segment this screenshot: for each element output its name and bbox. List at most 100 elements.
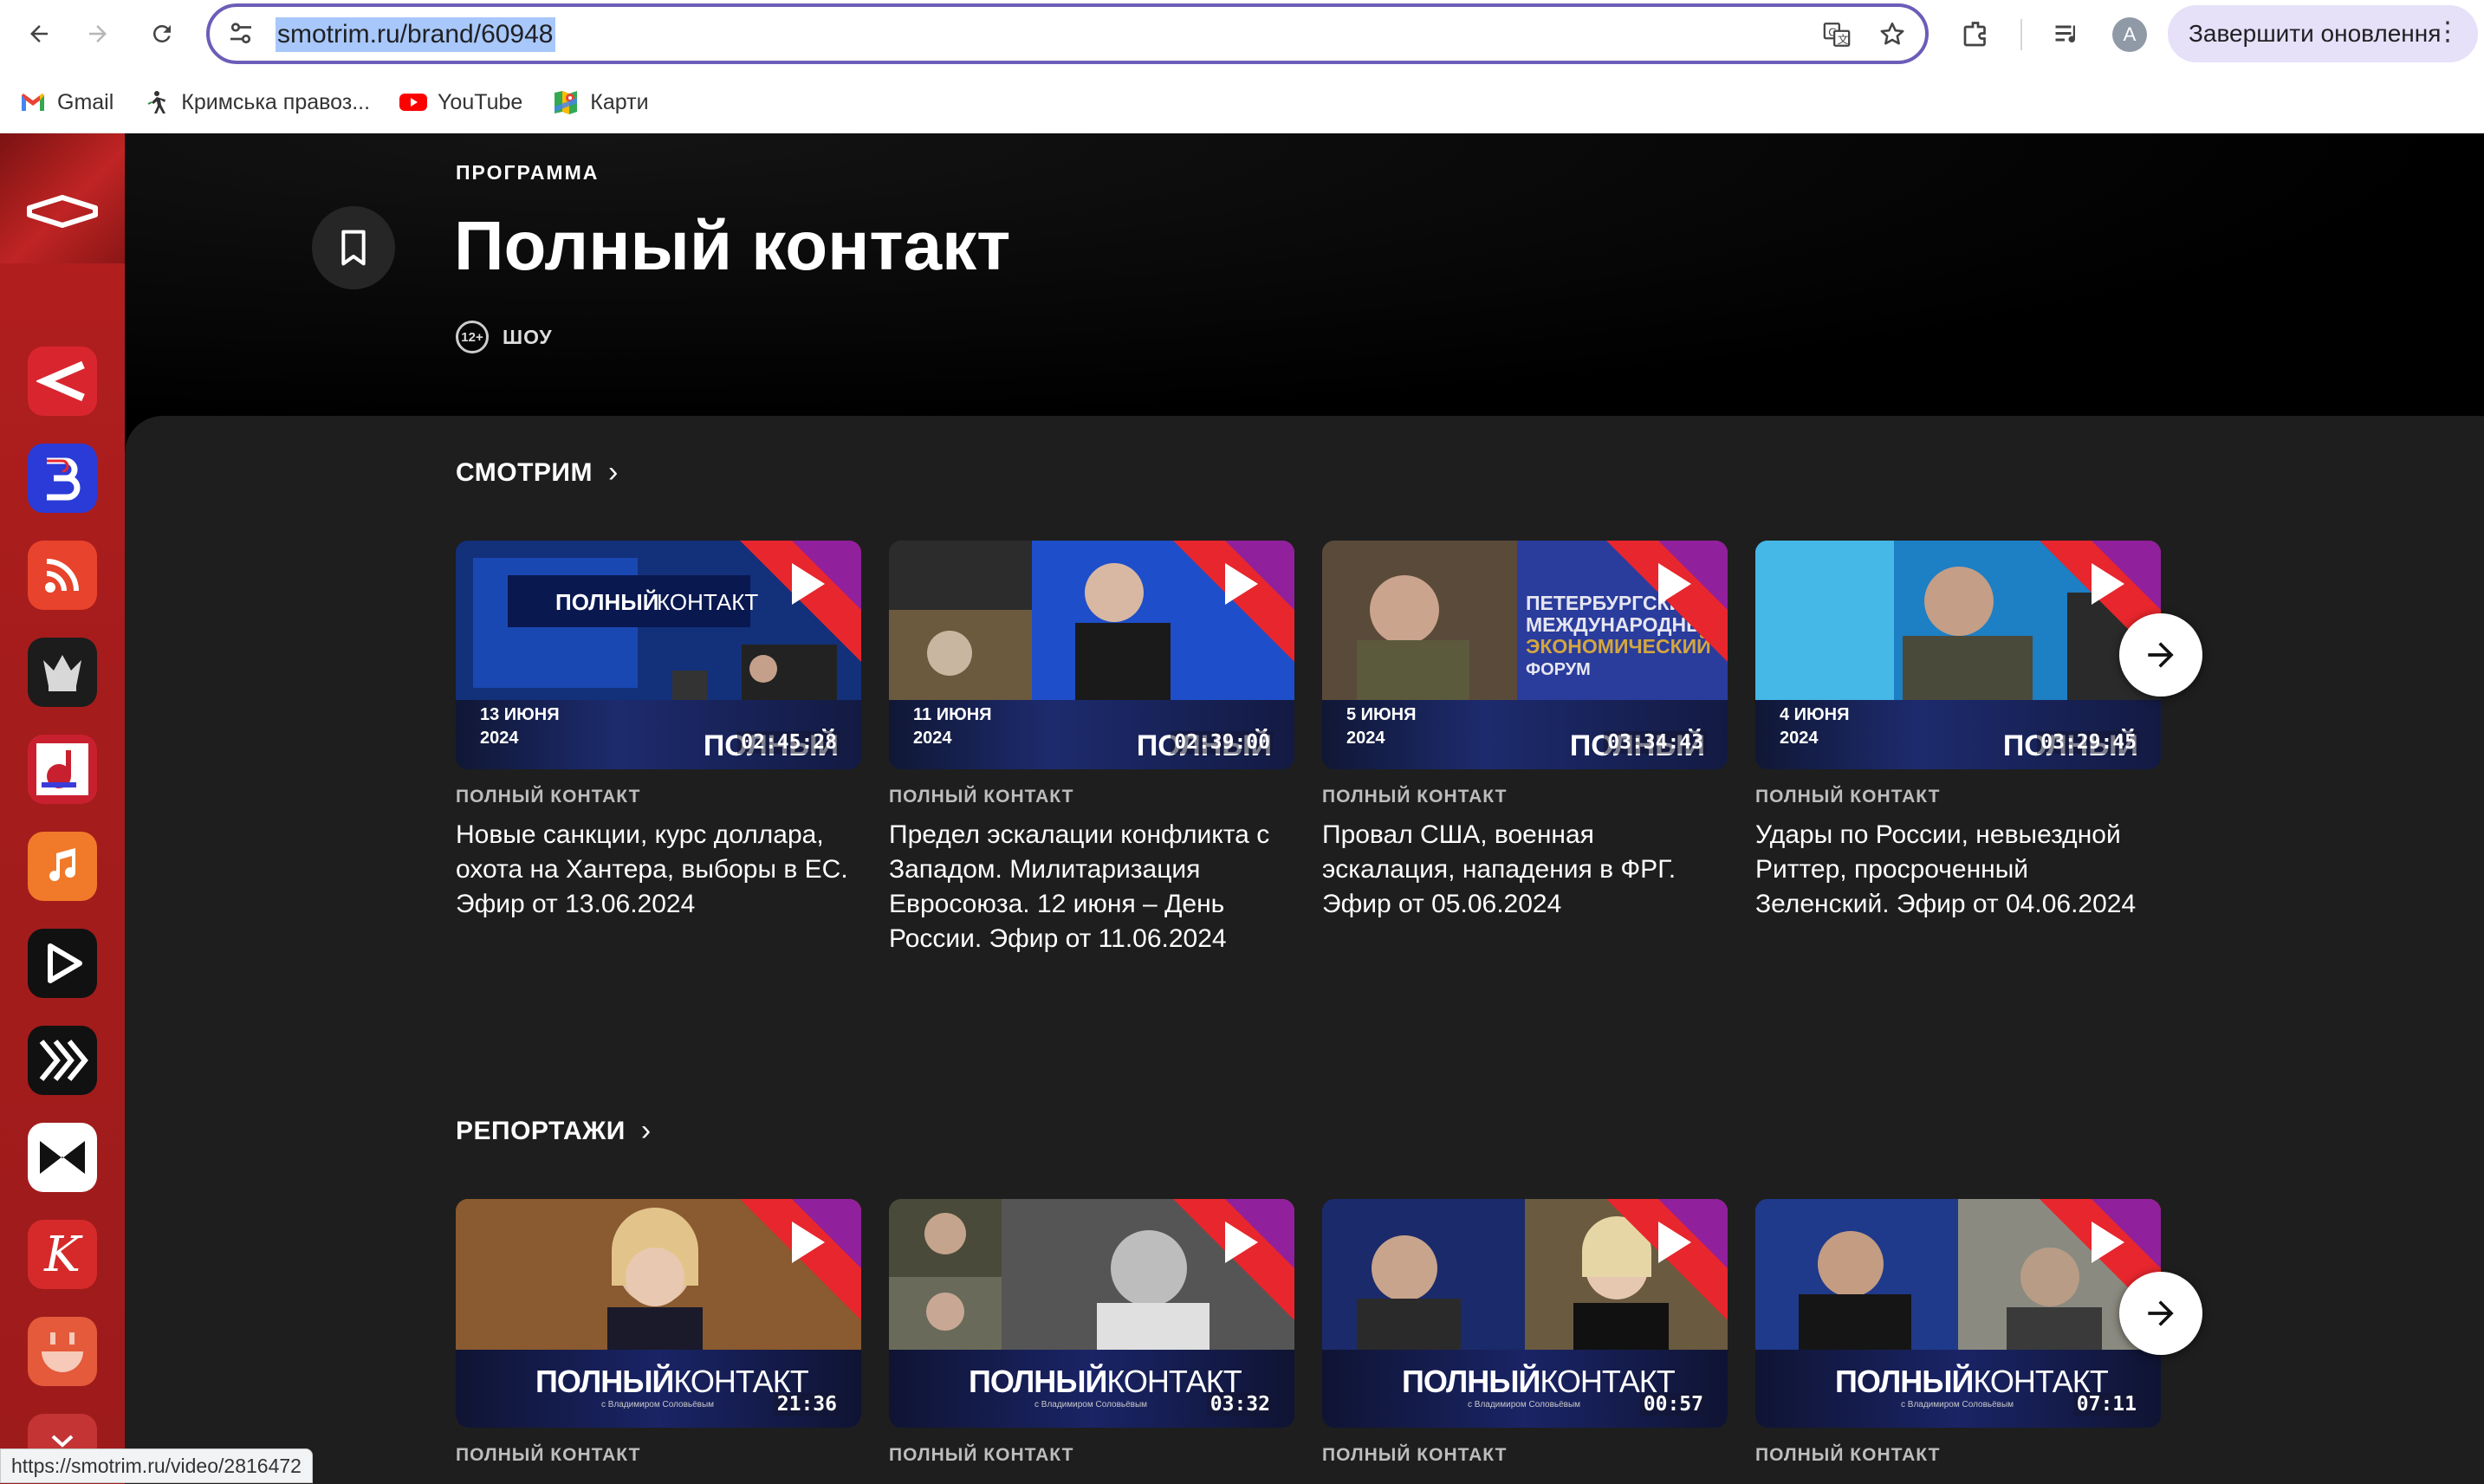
age-rating-badge: 12+ — [456, 321, 489, 353]
duration-badge: 00:57 — [1639, 1393, 1707, 1416]
finish-update-label: Завершити оновлення — [2189, 20, 2442, 47]
program-eyebrow: ПРОГРАММА — [456, 161, 600, 184]
bookmark-label: YouTube — [438, 89, 523, 114]
video-thumbnail[interactable]: ПОЛНЫЙ КОНТАКТ 13 ИЮНЯ2024 ПОЛНЫЙ 02:45:… — [456, 541, 861, 769]
carousel-next-button[interactable] — [2119, 1272, 2202, 1355]
video-thumbnail[interactable]: ПОЛНЫЙКОНТАКТ с Владимиром Соловьёвым 07:… — [1755, 1199, 2161, 1428]
bookmark-youtube[interactable]: YouTube — [399, 88, 522, 116]
extensions-icon[interactable] — [1953, 12, 1998, 57]
play-app-icon[interactable] — [28, 929, 97, 998]
mail-app-icon[interactable] — [28, 1123, 97, 1192]
air-date: 4 ИЮНЯ 2024 — [1780, 705, 1850, 748]
section-watching-link[interactable]: СМОТРИМ › — [456, 456, 619, 489]
card-title[interactable]: Удары по России, невыездной Риттер, прос… — [1755, 818, 2161, 922]
maps-icon — [552, 88, 580, 116]
finish-update-button[interactable]: Завершити оновлення ⋮ — [2168, 5, 2478, 62]
card-title[interactable]: Предел эскалации конфликта с Западом. Ми… — [889, 818, 1294, 956]
site-settings-icon[interactable] — [225, 18, 256, 49]
url-text[interactable]: smotrim.ru/brand/60948 — [276, 17, 555, 52]
video-card[interactable]: ПЕТЕРБУРГСКИЙ МЕЖДУНАРОДНЫЙ ЭКОНОМИЧЕСКИ… — [1322, 541, 1728, 922]
brand-bar: ПОЛНЫЙКОНТАКТ с Владимиром Соловьёвым — [1322, 1350, 1728, 1428]
chevron-right-icon: › — [640, 1114, 652, 1147]
forum-text: ФОРУМ — [1526, 660, 1591, 679]
smile-app-icon[interactable] — [28, 1317, 97, 1386]
forward-button[interactable] — [76, 12, 120, 55]
bookmark-label: Карти — [590, 89, 649, 114]
duration-badge: 07:11 — [2072, 1393, 2140, 1416]
video-card[interactable]: ПОЛНЫЙКОНТАКТ с Владимиром Соловьёвым 03:… — [889, 1199, 1294, 1466]
smotrim-logo-icon[interactable] — [26, 194, 99, 229]
translate-icon[interactable]: G文 — [1818, 16, 1856, 54]
bookmarks-bar: Gmail Кримська правоз... YouTube Карти — [0, 78, 659, 126]
bookmark-star-icon[interactable] — [1873, 16, 1911, 54]
play-icon — [1606, 1199, 1728, 1320]
video-thumbnail[interactable]: 11 ИЮНЯ2024 ПОЛНЫЙ 02:39:00 — [889, 541, 1294, 769]
page-title: Полный контакт — [454, 207, 1011, 284]
card-kicker: ПОЛНЫЙ КОНТАКТ — [1322, 1445, 1508, 1465]
video-card[interactable]: ПОЛНЫЙКОНТАКТ с Владимиром Соловьёвым 00:… — [1322, 1199, 1728, 1466]
reload-button[interactable] — [140, 12, 184, 55]
card-title[interactable]: Провал США, военная эскалация, нападения… — [1322, 818, 1728, 922]
duration-badge: 21:36 — [773, 1393, 840, 1416]
video-card[interactable]: ПОЛНЫЙКОНТАКТ с Владимиром Соловьёвым 21:… — [456, 1199, 861, 1466]
bookmark-label: Gmail — [57, 89, 114, 114]
back-button[interactable] — [17, 12, 61, 55]
k-app-icon[interactable]: K — [28, 1220, 97, 1289]
podcast-app-icon[interactable] — [28, 541, 97, 610]
arrow-right-icon — [2148, 1300, 2174, 1326]
play-icon — [1173, 541, 1294, 662]
status-bar-url: https://smotrim.ru/video/2816472 — [0, 1448, 313, 1483]
profile-avatar[interactable]: A — [2112, 17, 2147, 52]
kultura-app-icon[interactable] — [28, 638, 97, 707]
video-thumbnail[interactable]: 4 ИЮНЯ2024 ПОЛНЫЙ 03:29:45 — [1755, 541, 2161, 769]
card-kicker: ПОЛНЫЙ КОНТАКТ — [1755, 1445, 1941, 1465]
brand-bar: ПОЛНЫЙКОНТАКТ с Владимиром Соловьёвым — [456, 1350, 861, 1428]
crimea-rights-icon — [143, 88, 171, 116]
video-thumbnail[interactable]: ПОЛНЫЙКОНТАКТ с Владимиром Соловьёвым 03:… — [889, 1199, 1294, 1428]
video-card[interactable]: 11 ИЮНЯ2024 ПОЛНЫЙ 02:39:00 ПОЛНЫЙ КОНТА… — [889, 541, 1294, 956]
youtube-icon — [399, 88, 428, 116]
arrow-right-icon — [2148, 642, 2174, 668]
duration-badge: 03:32 — [1206, 1393, 1274, 1416]
toolbar-separator — [2020, 19, 2022, 50]
apps-rail: K — [0, 133, 125, 1484]
bookmark-program-button[interactable] — [312, 206, 395, 289]
card-title[interactable]: Новые санкции, курс доллара, охота на Ха… — [456, 818, 861, 922]
video-thumbnail[interactable]: ПЕТЕРБУРГСКИЙ МЕЖДУНАРОДНЫЙ ЭКОНОМИЧЕСКИ… — [1322, 541, 1728, 769]
browser-chrome: smotrim.ru/brand/60948 G文 A Завершити он… — [0, 0, 2484, 133]
itunes-app-icon[interactable] — [28, 832, 97, 901]
svg-text:文: 文 — [1838, 34, 1849, 47]
brand-bar: ПОЛНЫЙКОНТАКТ с Владимиром Соловьёвым — [889, 1350, 1294, 1428]
play-icon — [740, 1199, 861, 1320]
music-app-icon[interactable] — [28, 735, 97, 804]
video-thumbnail[interactable]: ПОЛНЫЙКОНТАКТ с Владимиром Соловьёвым 00:… — [1322, 1199, 1728, 1428]
bookmark-label: Кримська правоз... — [181, 89, 371, 114]
section-reports-link[interactable]: РЕПОРТАЖИ › — [456, 1114, 652, 1148]
bookmark-crimea-rights[interactable]: Кримська правоз... — [143, 88, 370, 116]
air-date: 5 ИЮНЯ 2024 — [1346, 705, 1417, 748]
more-menu-icon[interactable]: ⋮ — [2435, 19, 2461, 45]
chevron-right-icon: › — [607, 456, 619, 489]
smotrim-app-icon[interactable] — [28, 347, 97, 416]
forward-app-icon[interactable] — [28, 1026, 97, 1095]
bookmark-maps[interactable]: Карти — [552, 88, 649, 116]
video-card[interactable]: ПОЛНЫЙКОНТАКТ с Владимиром Соловьёвым 07:… — [1755, 1199, 2161, 1466]
bookmark-gmail[interactable]: Gmail — [19, 88, 113, 116]
video-card[interactable]: 4 ИЮНЯ2024 ПОЛНЫЙ 03:29:45 ПОЛНЫЙ КОНТАК… — [1755, 541, 2161, 922]
video-thumbnail[interactable]: ПОЛНЫЙКОНТАКТ с Владимиром Соловьёвым 21:… — [456, 1199, 861, 1428]
card-kicker: ПОЛНЫЙ КОНТАКТ — [456, 1445, 641, 1465]
card-kicker: ПОЛНЫЙ КОНТАКТ — [889, 1445, 1074, 1465]
section-title: РЕПОРТАЖИ — [456, 1116, 626, 1145]
video-card[interactable]: ПОЛНЫЙ КОНТАКТ 13 ИЮНЯ2024 ПОЛНЫЙ 02:45:… — [456, 541, 861, 922]
address-bar[interactable]: smotrim.ru/brand/60948 G文 — [206, 3, 1929, 64]
vesti-app-icon[interactable] — [28, 444, 97, 513]
card-kicker: ПОЛНЫЙ КОНТАКТ — [1322, 787, 1508, 807]
bookmark-icon — [341, 230, 366, 266]
brand-bar: ПОЛНЫЙКОНТАКТ с Владимиром Соловьёвым — [1755, 1350, 2161, 1428]
media-controls-icon[interactable] — [2045, 12, 2090, 57]
carousel-next-button[interactable] — [2119, 613, 2202, 697]
play-icon — [1173, 1199, 1294, 1320]
card-kicker: ПОЛНЫЙ КОНТАКТ — [889, 787, 1074, 807]
card-kicker: ПОЛНЫЙ КОНТАКТ — [1755, 787, 1941, 807]
card-kicker: ПОЛНЫЙ КОНТАКТ — [456, 787, 641, 807]
